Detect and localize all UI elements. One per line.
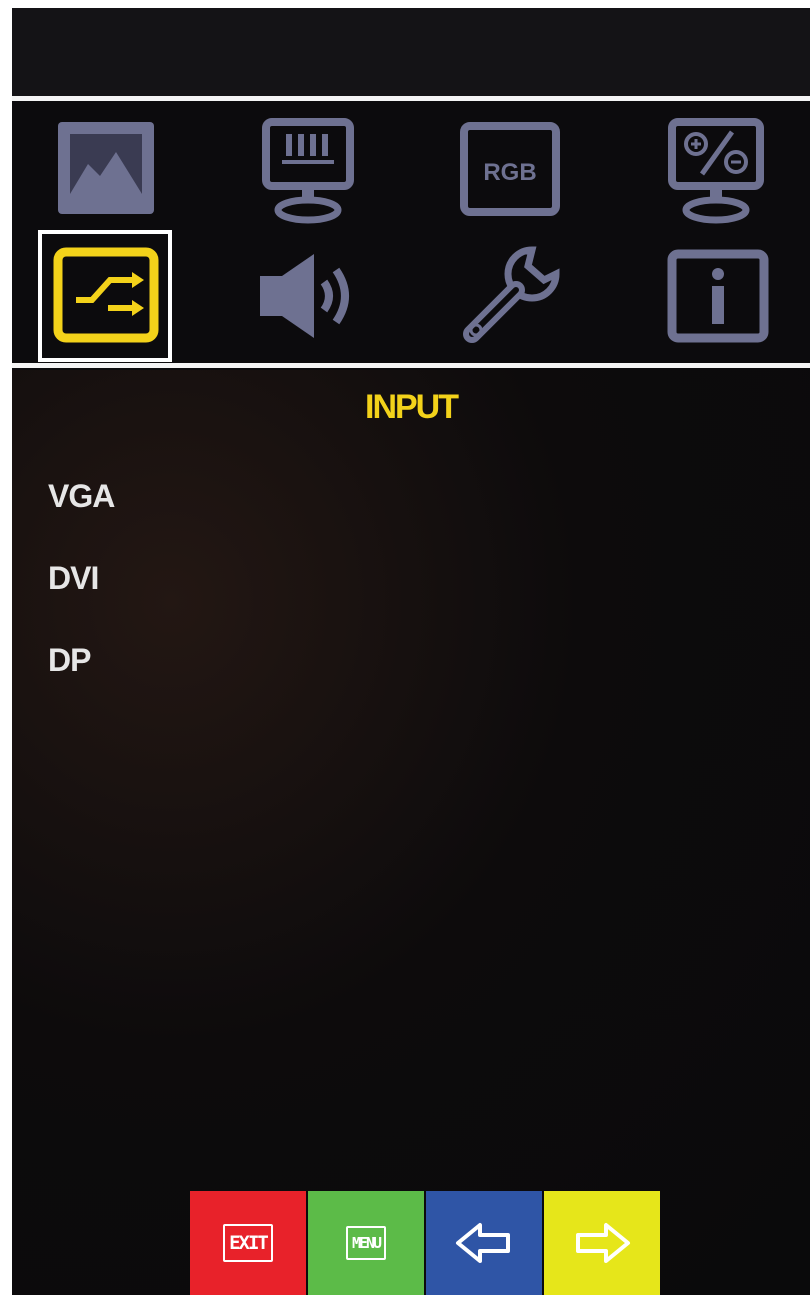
input-icon[interactable] (52, 246, 160, 344)
menu-label: MENU (345, 1226, 387, 1260)
left-arrow-icon (456, 1223, 510, 1263)
rgb-icon[interactable]: RGB (458, 120, 562, 218)
menu-divider (12, 363, 810, 368)
audio-icon[interactable] (256, 248, 368, 344)
top-divider (12, 96, 810, 101)
input-option-vga[interactable]: VGA (48, 478, 115, 515)
setup-icon[interactable] (456, 240, 568, 352)
osd-menu: RGB INPUT VGA DVI DP EXIT MENU (12, 8, 810, 1295)
picture-icon[interactable] (54, 118, 158, 218)
display-icon[interactable] (256, 116, 360, 224)
right-button[interactable] (544, 1191, 660, 1295)
zoom-icon[interactable] (664, 116, 768, 224)
input-option-dvi[interactable]: DVI (48, 560, 99, 597)
top-bar (12, 8, 810, 96)
menu-button[interactable]: MENU (308, 1191, 424, 1295)
exit-label: EXIT (223, 1224, 273, 1262)
info-icon[interactable] (666, 248, 770, 344)
input-panel: INPUT VGA DVI DP (12, 370, 810, 1295)
right-arrow-icon (576, 1223, 630, 1263)
input-option-dp[interactable]: DP (48, 642, 91, 679)
svg-text:RGB: RGB (483, 159, 536, 186)
exit-button[interactable]: EXIT (190, 1191, 306, 1295)
panel-title: INPUT (365, 388, 459, 426)
left-button[interactable] (426, 1191, 542, 1295)
